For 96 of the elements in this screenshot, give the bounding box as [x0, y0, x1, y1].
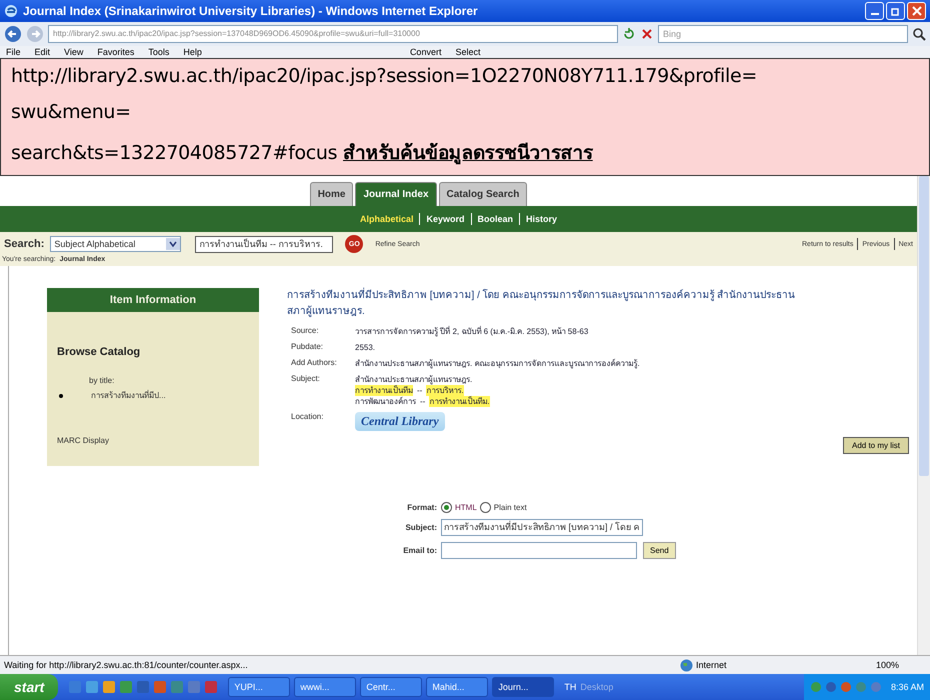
- radio-button[interactable]: [441, 502, 452, 513]
- radio-label: Plain text: [494, 503, 527, 512]
- send-button[interactable]: Send: [643, 542, 676, 559]
- app-icon[interactable]: [85, 680, 100, 694]
- zoom-level[interactable]: 100%: [876, 660, 926, 670]
- highlighted-text: การทำงานเป็นทีม.: [429, 396, 490, 407]
- taskbar-button[interactable]: wwwi...: [294, 677, 356, 697]
- search-type-dropdown[interactable]: Subject Alphabetical: [50, 236, 182, 252]
- language-indicator[interactable]: TH: [564, 682, 576, 692]
- menu-item[interactable]: Favorites: [97, 46, 134, 58]
- taskbar-button[interactable]: YUPI...: [228, 677, 290, 697]
- radio-button[interactable]: [480, 502, 491, 513]
- location-badge[interactable]: Central Library: [355, 412, 445, 431]
- nav-link[interactable]: Keyword: [426, 214, 464, 224]
- tab[interactable]: Journal Index: [355, 182, 436, 206]
- app-icon[interactable]: [102, 680, 116, 694]
- marc-display-link[interactable]: MARC Display: [57, 436, 249, 445]
- email-label: Email to:: [402, 546, 437, 555]
- status-text: Waiting for http://library2.swu.ac.th:81/counter/counter.aspx...: [4, 660, 249, 670]
- field-label: Location:: [291, 412, 324, 423]
- nav-link[interactable]: History: [526, 214, 558, 224]
- app-icon[interactable]: [170, 680, 184, 694]
- search-label: Search:: [4, 238, 44, 250]
- address-field[interactable]: http://library2.swu.ac.th/ipac20/ipac.jsp?session=137048D969OD6.45090&profile=swu&uri=full=310000: [48, 25, 618, 43]
- field-value: --: [420, 396, 426, 407]
- field-label: Add Authors:: [291, 358, 338, 369]
- search-icon[interactable]: [912, 27, 926, 41]
- tab[interactable]: Home: [310, 182, 354, 206]
- stop-icon[interactable]: [640, 27, 654, 41]
- browse-link[interactable]: การสร้างทีมงานที่มีป...: [91, 389, 166, 402]
- browser-icon: [4, 4, 18, 18]
- sidebar-header: Item Information: [47, 288, 259, 312]
- radio-label: HTML: [455, 503, 477, 512]
- tray-icon[interactable]: [854, 681, 867, 693]
- tray-icon[interactable]: [824, 681, 837, 693]
- menu-item[interactable]: Edit: [34, 46, 50, 58]
- globe-icon: [680, 658, 693, 672]
- start-button[interactable]: start: [0, 674, 58, 700]
- format-label: Format:: [406, 503, 437, 512]
- app-icon[interactable]: [187, 680, 202, 694]
- field-value: สำนักงานประธานสภาผู้แทนราษฎร. คณะอนุกรรมการจัดการและบูรณาการองค์ความรู้.: [355, 358, 640, 369]
- email-field[interactable]: [441, 542, 637, 559]
- tray-icon[interactable]: [810, 681, 822, 693]
- field-label: Source:: [291, 326, 320, 337]
- field-label: Pubdate:: [291, 342, 324, 353]
- zone-text: Internet: [696, 660, 727, 670]
- field-label: Subject:: [291, 374, 321, 385]
- menu-item[interactable]: View: [64, 46, 84, 58]
- field-value: การพัฒนาองค์การ: [355, 396, 416, 407]
- highlighted-text: การบริหาร.: [426, 385, 464, 396]
- bullet-icon: [59, 394, 63, 398]
- nav-link[interactable]: Alphabetical: [360, 214, 414, 224]
- taskbar-button[interactable]: Centr...: [360, 677, 422, 697]
- clock: 8:36 AM: [890, 682, 924, 692]
- field-value: --: [417, 386, 422, 396]
- highlighted-text: การทำงานเป็นทีม: [355, 385, 413, 396]
- search-input[interactable]: การทำงานเป็นทีม -- การบริหาร.: [195, 236, 334, 252]
- restore-button[interactable]: [886, 2, 905, 20]
- minimize-button[interactable]: [865, 2, 884, 20]
- app-icon[interactable]: [153, 680, 168, 694]
- scrollbar[interactable]: [917, 176, 930, 655]
- url-text: search&ts=1322704085727#focus: [11, 142, 338, 164]
- taskbar-button[interactable]: Journ...: [492, 677, 554, 697]
- field-value: 2553.: [355, 342, 376, 353]
- toolbar-button[interactable]: Select: [455, 46, 480, 58]
- menu-item[interactable]: File: [6, 46, 21, 58]
- url-text: http://library2.swu.ac.th/ipac20/ipac.jsp?session=1O2270N08Y711.179&profile=: [11, 65, 758, 87]
- menu-item[interactable]: Tools: [148, 46, 170, 58]
- tray-icon[interactable]: [840, 681, 852, 693]
- sidebar-heading: Browse Catalog: [57, 346, 142, 358]
- by-title-label: by title:: [89, 376, 116, 385]
- close-icon: [912, 6, 922, 16]
- window-title: Journal Index (Srinakarinwirot University Libraries) - Windows Internet Explorer: [23, 4, 479, 18]
- tab[interactable]: Catalog Search: [438, 182, 528, 206]
- minimize-icon: [870, 13, 878, 15]
- subject-field[interactable]: การสร้างทีมงานที่มีประสิทธิภาพ [บทความ] / โดย ค: [441, 519, 643, 536]
- refresh-icon[interactable]: [622, 27, 636, 41]
- record-title: การสร้างทีมงานที่มีประสิทธิภาพ [บทความ] / โดย คณะอนุกรรมการจัดการและบูรณาการองค์ความรู้ สำนักงานประธานสภาผู้แทนราษฎร.: [287, 288, 807, 320]
- taskbar-button[interactable]: Mahid...: [426, 677, 488, 697]
- subject-label: Subject:: [404, 523, 437, 532]
- app-icon[interactable]: [68, 680, 82, 694]
- menu-item[interactable]: Help: [183, 46, 202, 58]
- field-value: วารสารการจัดการความรู้ ปีที่ 2, ฉบับที่ 6 (ม.ค.-มิ.ค. 2553), หน้า 58-63: [355, 326, 588, 337]
- callout-link[interactable]: สำหรับค้นข้อมูลดรรชนีวารสาร: [343, 142, 593, 164]
- tray-icon[interactable]: [870, 681, 882, 693]
- restore-icon: [890, 6, 900, 16]
- add-to-list-button[interactable]: Add to my list: [842, 437, 909, 454]
- app-icon[interactable]: [119, 680, 134, 694]
- app-icon[interactable]: [136, 680, 150, 694]
- close-button[interactable]: [907, 2, 926, 20]
- back-button[interactable]: [4, 25, 22, 43]
- nav-link[interactable]: Boolean: [478, 214, 514, 224]
- url-text: swu&menu=: [11, 101, 132, 123]
- toolbar-button[interactable]: Convert: [410, 46, 442, 58]
- app-icon[interactable]: [204, 680, 218, 694]
- field-value: สำนักงานประธานสภาผู้แทนราษฎร.: [355, 374, 472, 385]
